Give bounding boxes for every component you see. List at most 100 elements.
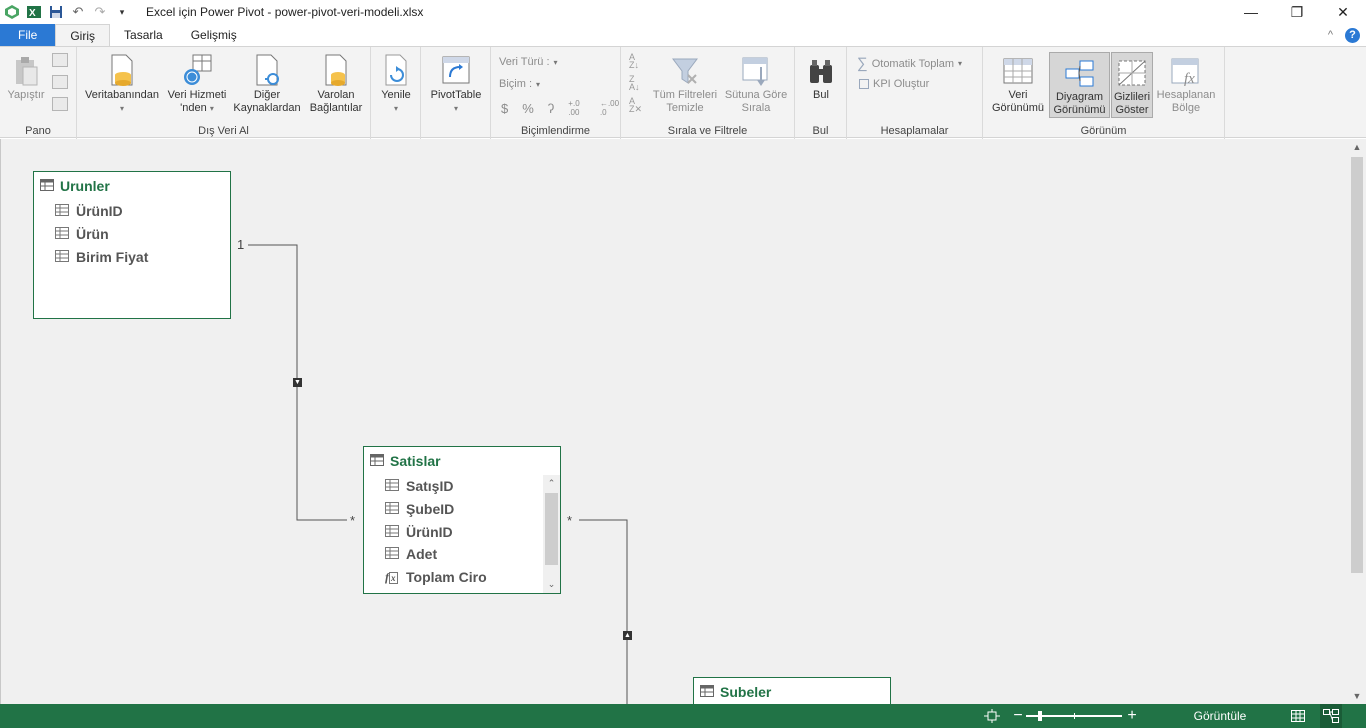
column-icon: [385, 478, 399, 494]
funnel-icon: [668, 51, 702, 87]
sort-az-icon[interactable]: A Z↓: [629, 53, 639, 70]
table-scrollbar[interactable]: ⌃ ⌄: [543, 475, 560, 593]
show-hidden-button[interactable]: Gizlileri Göster: [1111, 52, 1153, 118]
field-item[interactable]: Ürün: [34, 223, 230, 246]
autosum-button[interactable]: ∑ Otomatik Toplam ▾: [857, 55, 962, 72]
table-subeler[interactable]: Subeler: [693, 677, 891, 704]
format-dropdown[interactable]: Biçim : ▾: [499, 78, 540, 90]
minimize-button[interactable]: —: [1228, 0, 1274, 24]
pivottable-button[interactable]: PivotTable ▾: [425, 51, 487, 115]
from-data-service-button[interactable]: Veri Hizmeti 'nden ▾: [163, 51, 231, 115]
percent-icon[interactable]: %: [522, 101, 534, 116]
undo-icon[interactable]: ↶: [68, 2, 88, 22]
group-label-bicimlendirme: Biçimlendirme: [520, 125, 591, 137]
scroll-up-icon[interactable]: ⌃: [543, 475, 560, 492]
close-button[interactable]: ✕: [1320, 0, 1366, 24]
pivottable-icon: [439, 51, 473, 87]
customize-qat-icon[interactable]: ▾: [112, 2, 132, 22]
binoculars-icon: [804, 51, 838, 87]
clear-all-filters-button[interactable]: Tüm Filtreleri Temizle: [647, 51, 723, 115]
from-database-button[interactable]: Veritabanından ▾: [81, 51, 163, 115]
table-header[interactable]: Urunler: [34, 172, 230, 200]
field-name: ÜrünID: [76, 203, 123, 220]
decrease-decimal-icon[interactable]: ←.00 .0: [600, 99, 620, 117]
tab-gelismis[interactable]: Gelişmiş: [177, 24, 251, 46]
redo-icon[interactable]: ↷: [90, 2, 110, 22]
measure-fx-icon: fx: [385, 569, 398, 584]
find-button[interactable]: Bul: [801, 51, 841, 102]
table-scroll-thumb[interactable]: [545, 493, 558, 565]
copy-icon[interactable]: [52, 53, 68, 67]
save-icon[interactable]: [46, 2, 66, 22]
field-name: SatışID: [406, 478, 454, 495]
grid-view-icon[interactable]: [1288, 704, 1308, 728]
restore-button[interactable]: ❐: [1274, 0, 1320, 24]
data-type-dropdown[interactable]: Veri Türü : ▾: [499, 56, 558, 68]
diagram-view-label: Diyagram: [1055, 91, 1104, 103]
field-item[interactable]: Birim Fiyat: [34, 245, 230, 268]
calculation-area-button[interactable]: fx Hesaplanan Bölge: [1153, 51, 1219, 115]
tab-giris[interactable]: Giriş: [55, 24, 111, 46]
zoom-out-button[interactable]: −: [1010, 704, 1026, 728]
zoom-slider-thumb[interactable]: [1038, 711, 1042, 721]
show-hidden-label: Gizlileri: [1113, 91, 1151, 103]
excel-icon[interactable]: X: [24, 2, 44, 22]
power-pivot-logo-icon[interactable]: [2, 2, 22, 22]
create-kpi-button[interactable]: KPI Oluştur: [859, 78, 929, 90]
relationship-subeler-satislar[interactable]: [579, 519, 628, 704]
field-item[interactable]: SatışID: [364, 475, 560, 498]
tab-file[interactable]: File: [0, 24, 56, 46]
zoom-in-button[interactable]: +: [1124, 704, 1140, 728]
sort-za-icon[interactable]: Z A↓: [629, 75, 640, 92]
ribbon: Yapıştır Pano Veritabanından ▾ Veri Hizm…: [0, 46, 1366, 139]
calculation-area-label: Hesaplanan: [1156, 89, 1216, 101]
field-item[interactable]: ÜrünID: [364, 520, 560, 543]
clear-sort-icon[interactable]: A Z✕: [629, 97, 642, 114]
format-painter-icon[interactable]: [52, 97, 68, 111]
relationship-many-label: *: [350, 513, 356, 528]
paste-label: Yapıştır: [7, 89, 45, 101]
pivottable-label: PivotTable: [430, 89, 482, 101]
scroll-down-icon[interactable]: ⌄: [543, 576, 560, 593]
group-bicimlendirme: Veri Türü : ▾ Biçim : ▾ $ % ʔ +.0 .00 ←.00…: [491, 47, 621, 139]
collapse-ribbon-icon[interactable]: ^: [1328, 29, 1333, 41]
relationship-many-label-2: *: [567, 513, 573, 528]
power-pivot-window: X ↶ ↷ ▾ Excel için Power Pivot - power-p…: [0, 0, 1366, 728]
scroll-thumb[interactable]: [1351, 157, 1363, 573]
zoom-slider[interactable]: [1026, 704, 1122, 728]
cut-icon[interactable]: [52, 75, 68, 89]
table-icon: [40, 178, 54, 194]
tab-tasarla[interactable]: Tasarla: [110, 24, 177, 46]
comma-style-icon[interactable]: ʔ: [548, 101, 555, 116]
svg-text:X: X: [29, 8, 36, 19]
field-item[interactable]: ÜrünID: [34, 200, 230, 223]
field-item[interactable]: fx Toplam Ciro: [364, 566, 560, 589]
table-satislar[interactable]: Satislar SatışID ŞubeID ÜrünID Adet f x …: [363, 446, 561, 594]
refresh-button[interactable]: Yenile ▾: [375, 51, 417, 115]
help-icon[interactable]: ?: [1345, 27, 1360, 43]
field-item[interactable]: ŞubeID: [364, 498, 560, 521]
relationship-direction-down-icon: ▼: [293, 378, 302, 387]
currency-icon[interactable]: $: [501, 101, 508, 116]
diagram-view-button[interactable]: Diyagram Görünümü: [1049, 52, 1110, 118]
existing-connections-icon: [319, 51, 353, 87]
sort-by-column-icon: [739, 51, 773, 87]
scroll-up-icon[interactable]: ▲: [1348, 139, 1366, 155]
from-other-sources-button[interactable]: Diğer Kaynaklardan: [231, 51, 303, 115]
fit-to-screen-icon[interactable]: [982, 704, 1002, 728]
diagram-canvas[interactable]: ▼ ▲ 1 * * Urunler ÜrünID Ürün Birim Fiya…: [0, 139, 1348, 704]
refresh-icon: [379, 51, 413, 87]
scroll-down-icon[interactable]: ▼: [1348, 688, 1366, 704]
kpi-icon: [859, 79, 869, 89]
existing-connections-button[interactable]: Varolan Bağlantılar: [303, 51, 369, 115]
sort-by-column-button[interactable]: Sütuna Göre Sırala: [721, 51, 791, 115]
table-urunler[interactable]: Urunler ÜrünID Ürün Birim Fiyat: [33, 171, 231, 319]
paste-button[interactable]: Yapıştır: [4, 51, 48, 102]
table-header[interactable]: Satislar: [364, 447, 560, 475]
field-item[interactable]: Adet: [364, 543, 560, 566]
data-view-button[interactable]: Veri Görünümü: [987, 51, 1049, 115]
increase-decimal-icon[interactable]: +.0 .00: [568, 99, 586, 117]
table-header[interactable]: Subeler: [694, 678, 890, 704]
vertical-scrollbar[interactable]: ▲ ▼: [1348, 139, 1366, 704]
diagram-view-status-icon[interactable]: [1320, 704, 1342, 728]
